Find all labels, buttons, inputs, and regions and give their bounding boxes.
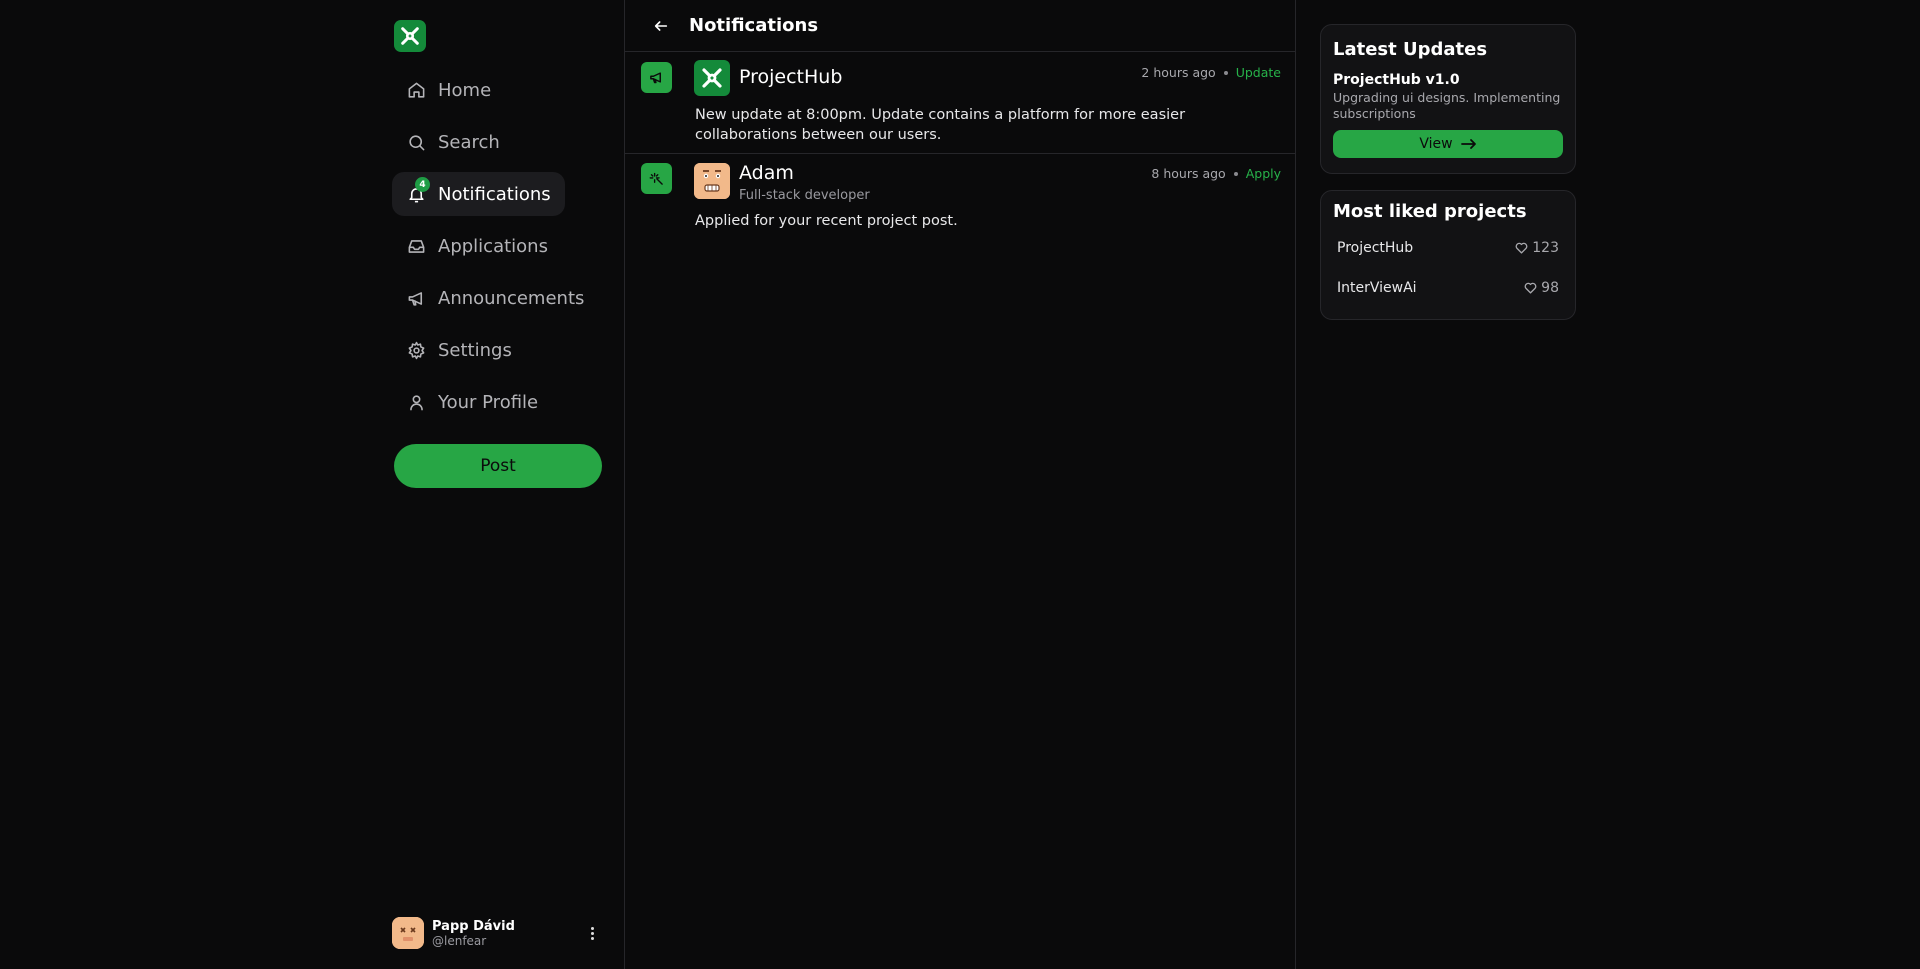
- megaphone-icon: [406, 288, 426, 308]
- latest-updates-card: Latest Updates ProjectHub v1.0 Upgrading…: [1320, 24, 1576, 174]
- most-liked-card: Most liked projects ProjectHub 123 Inter…: [1320, 190, 1576, 320]
- sidebar-item-your-profile[interactable]: Your Profile: [392, 380, 552, 424]
- sidebar-item-notifications[interactable]: 4 Notifications: [392, 172, 565, 216]
- sidebar-item-label: Home: [438, 79, 492, 101]
- home-icon: [406, 80, 426, 100]
- notification-sender[interactable]: ProjectHub: [739, 66, 842, 88]
- like-count-value: 123: [1532, 240, 1559, 256]
- back-arrow-icon[interactable]: [653, 17, 671, 35]
- user-account[interactable]: Papp Dávid @lenfear: [392, 916, 602, 950]
- notification-item[interactable]: Adam Full-stack developer 8 hours ago Ap…: [625, 154, 1295, 242]
- post-button[interactable]: Post: [394, 444, 602, 488]
- sidebar-item-home[interactable]: Home: [392, 68, 505, 112]
- notifications-panel: Notifications ProjectHub 2 hours ago Upd…: [624, 0, 1296, 969]
- view-update-button[interactable]: View: [1333, 130, 1563, 158]
- sidebar-item-label: Settings: [438, 339, 512, 361]
- project-name: InterViewAi: [1337, 280, 1417, 296]
- user-handle: @lenfear: [432, 933, 487, 948]
- heart-icon: [1524, 282, 1537, 294]
- sidebar-item-label: Announcements: [438, 287, 585, 309]
- projecthub-logo-icon: [694, 60, 730, 96]
- notification-sender[interactable]: Adam: [739, 162, 794, 184]
- notification-time: 2 hours ago: [1141, 65, 1216, 80]
- sidebar-nav: Home Search 4 Notifications Applications: [392, 68, 624, 432]
- notification-action-link[interactable]: Update: [1236, 65, 1281, 80]
- most-liked-heading: Most liked projects: [1333, 201, 1527, 222]
- notification-time: 8 hours ago: [1151, 166, 1226, 181]
- notification-action-link[interactable]: Apply: [1246, 166, 1281, 181]
- separator-dot: [1233, 171, 1238, 176]
- notification-body: Applied for your recent project post.: [695, 213, 958, 229]
- sidebar-item-label: Search: [438, 131, 500, 153]
- sparkle-icon: [641, 163, 672, 194]
- sidebar-item-announcements[interactable]: Announcements: [392, 276, 598, 320]
- view-button-label: View: [1419, 136, 1453, 152]
- bell-icon: 4: [406, 177, 430, 204]
- notification-body: New update at 8:00pm. Update contains a …: [695, 107, 1186, 143]
- page-title: Notifications: [689, 15, 819, 36]
- projecthub-logo-icon[interactable]: [394, 20, 426, 52]
- user-name: Papp Dávid: [432, 918, 515, 934]
- like-count-value: 98: [1541, 280, 1559, 296]
- notification-meta: 8 hours ago Apply: [1151, 166, 1281, 181]
- notification-count-badge: 4: [415, 177, 430, 192]
- avatar: [694, 163, 730, 199]
- liked-project-row[interactable]: ProjectHub 123: [1333, 228, 1563, 268]
- search-icon: [406, 132, 426, 152]
- notification-item[interactable]: ProjectHub 2 hours ago Update New update…: [625, 52, 1295, 154]
- project-name: ProjectHub: [1337, 240, 1414, 256]
- gear-icon: [406, 340, 426, 360]
- sidebar-item-label: Notifications: [438, 183, 551, 205]
- sidebar-item-settings[interactable]: Settings: [392, 328, 526, 372]
- sidebar-item-label: Applications: [438, 235, 548, 257]
- update-title: ProjectHub v1.0: [1333, 72, 1460, 88]
- inbox-icon: [406, 236, 426, 256]
- page-header: Notifications: [625, 0, 1295, 52]
- sidebar: Home Search 4 Notifications Applications: [390, 0, 624, 969]
- avatar: [392, 917, 424, 949]
- like-count: 98: [1524, 280, 1559, 296]
- notification-meta: 2 hours ago Update: [1141, 65, 1281, 80]
- latest-updates-heading: Latest Updates: [1333, 39, 1488, 60]
- sender-role: Full-stack developer: [739, 188, 870, 203]
- more-options-icon[interactable]: [582, 922, 602, 944]
- heart-icon: [1515, 242, 1528, 254]
- sidebar-item-search[interactable]: Search: [392, 120, 514, 164]
- sidebar-item-applications[interactable]: Applications: [392, 224, 562, 268]
- arrow-right-icon: [1460, 138, 1477, 150]
- sidebar-item-label: Your Profile: [438, 391, 539, 413]
- user-icon: [406, 392, 426, 412]
- like-count: 123: [1515, 240, 1559, 256]
- liked-project-row[interactable]: InterViewAi 98: [1333, 268, 1563, 308]
- separator-dot: [1223, 70, 1228, 75]
- megaphone-icon: [641, 62, 672, 93]
- update-description: Upgrading ui designs. Implementing subsc…: [1333, 90, 1561, 121]
